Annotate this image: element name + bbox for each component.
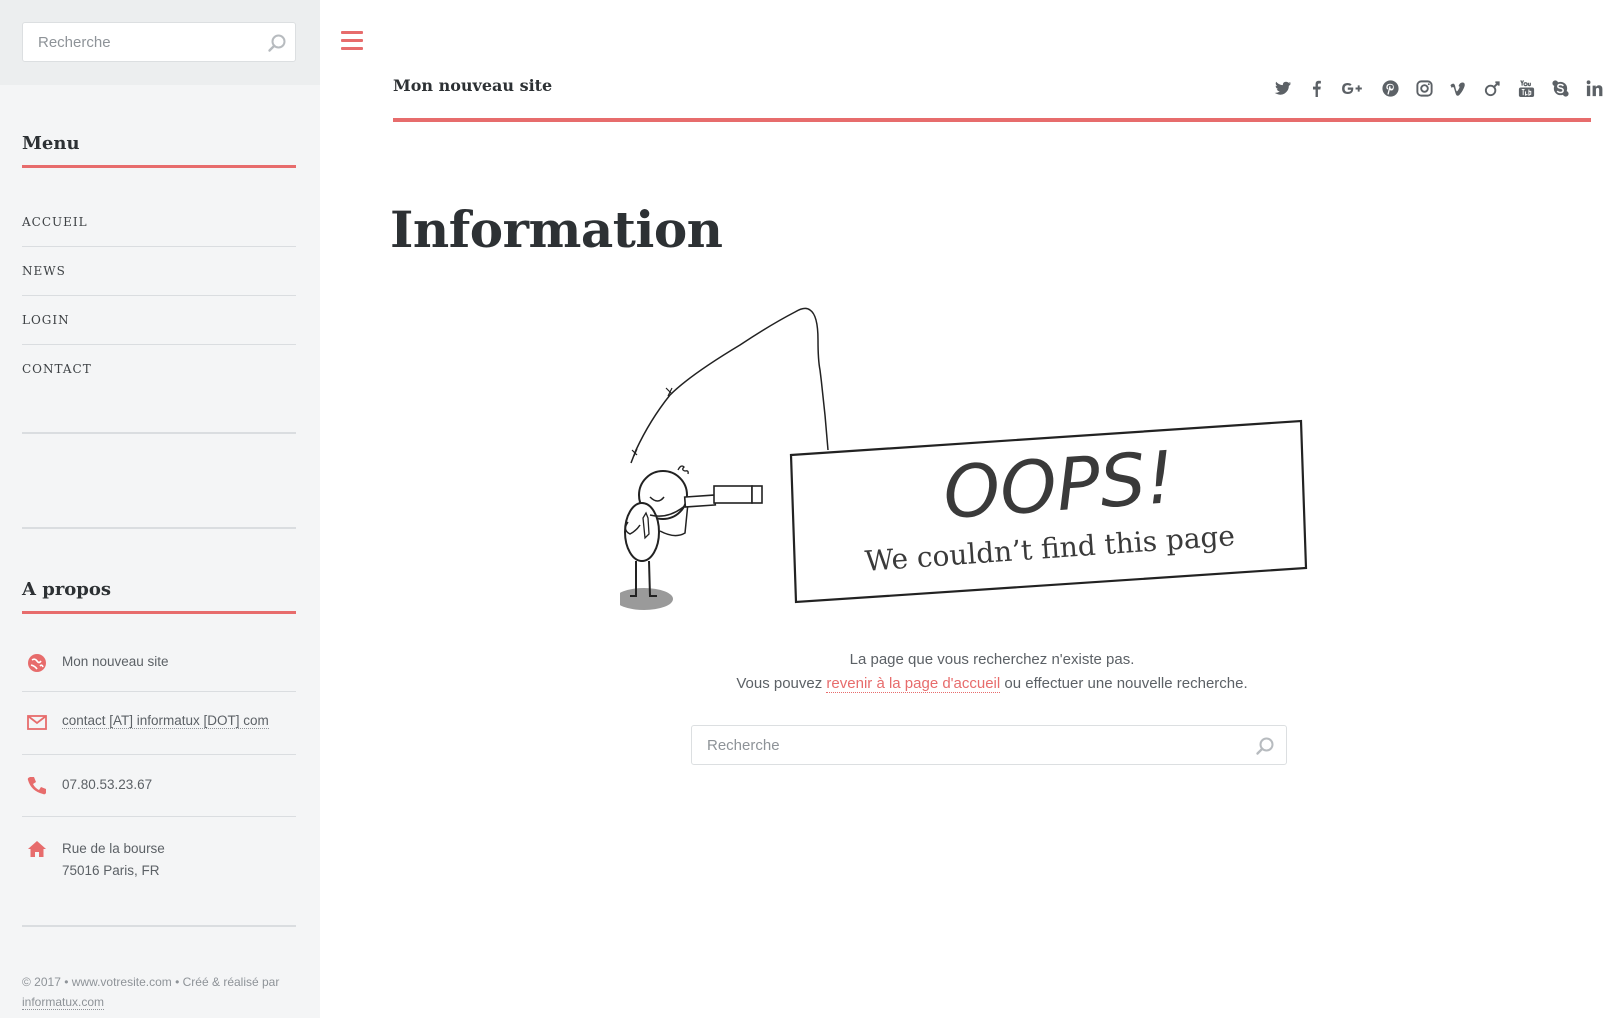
sidebar-search-input[interactable]: Recherche [22,22,296,62]
pinterest-icon[interactable] [1380,78,1400,98]
vimeo-icon[interactable] [1448,78,1468,98]
footer-text: © 2017 • www.votresite.com • Créé & réal… [22,972,302,1012]
header-accent-bar [393,118,1591,122]
foursquare-icon[interactable] [1482,78,1502,98]
not-found-message-line1: La page que vous recherchez n'existe pas… [849,651,1135,668]
social-links [1272,78,1604,98]
youtube-icon[interactable] [1516,78,1536,98]
not-found-illustration: OOPS! We couldn’t find this page [615,300,1350,620]
menu-item-contact[interactable]: CONTACT [22,345,296,394]
about-address-line1: Rue de la bourse [62,841,165,856]
site-title[interactable]: Mon nouveau site [393,76,552,95]
about-site-text: Mon nouveau site [62,654,169,669]
about-address-line2: 75016 Paris, FR [62,863,160,878]
footer-link[interactable]: informatux.com [22,995,105,1010]
search-icon[interactable] [267,33,287,53]
envelope-icon [26,711,48,733]
menu-item-accueil[interactable]: ACCUEIL [22,198,296,247]
about-site-item: Mon nouveau site [22,640,296,692]
twitter-icon[interactable] [1272,78,1292,98]
oops-heading: OOPS! [941,435,1178,535]
about-email-item: contact [AT] informatux [DOT] com [22,692,296,755]
about-title-underline [22,611,296,614]
hamburger-menu-icon[interactable] [341,31,363,51]
about-phone-item: 07.80.53.23.67 [22,755,296,817]
divider [22,527,296,529]
phone-icon [26,774,48,796]
linkedin-icon[interactable] [1584,78,1604,98]
not-found-message-line2: Vous pouvez revenir à la page d'accueil … [393,675,1591,693]
message-suffix: ou effectuer une nouvelle recherche. [1004,675,1248,692]
instagram-icon[interactable] [1414,78,1434,98]
about-list: Mon nouveau site contact [AT] informatux… [22,640,296,927]
globe-icon [26,652,48,674]
search-icon[interactable] [1255,736,1275,756]
menu-item-login[interactable]: LOGIN [22,296,296,345]
home-icon [26,838,48,860]
skype-icon[interactable] [1550,78,1570,98]
home-link[interactable]: revenir à la page d'accueil [826,675,1001,693]
sidebar: Recherche Menu ACCUEIL NEWS LOGIN CONTAC… [0,0,320,1018]
google-plus-icon[interactable] [1340,78,1366,98]
main-search-input[interactable]: Recherche [691,725,1287,765]
about-phone-text: 07.80.53.23.67 [62,777,153,792]
facebook-icon[interactable] [1306,78,1326,98]
about-email-link[interactable]: contact [AT] informatux [DOT] com [62,713,269,729]
sidebar-search-placeholder: Recherche [38,34,111,51]
menu-title-underline [22,165,296,168]
divider [22,432,296,434]
menu-item-news[interactable]: NEWS [22,247,296,296]
menu-title: Menu [22,133,80,154]
about-title: A propos [22,579,112,600]
about-address-item: Rue de la bourse 75016 Paris, FR [22,817,296,927]
main-search-placeholder: Recherche [707,737,780,754]
sidebar-search-area: Recherche [0,0,320,85]
message-prefix: Vous pouvez [736,675,823,692]
sidebar-menu: ACCUEIL NEWS LOGIN CONTACT [22,198,296,394]
divider [22,925,296,927]
footer-copyright: © 2017 • www.votresite.com • Créé & réal… [22,975,280,989]
page-title: Information [390,200,723,259]
